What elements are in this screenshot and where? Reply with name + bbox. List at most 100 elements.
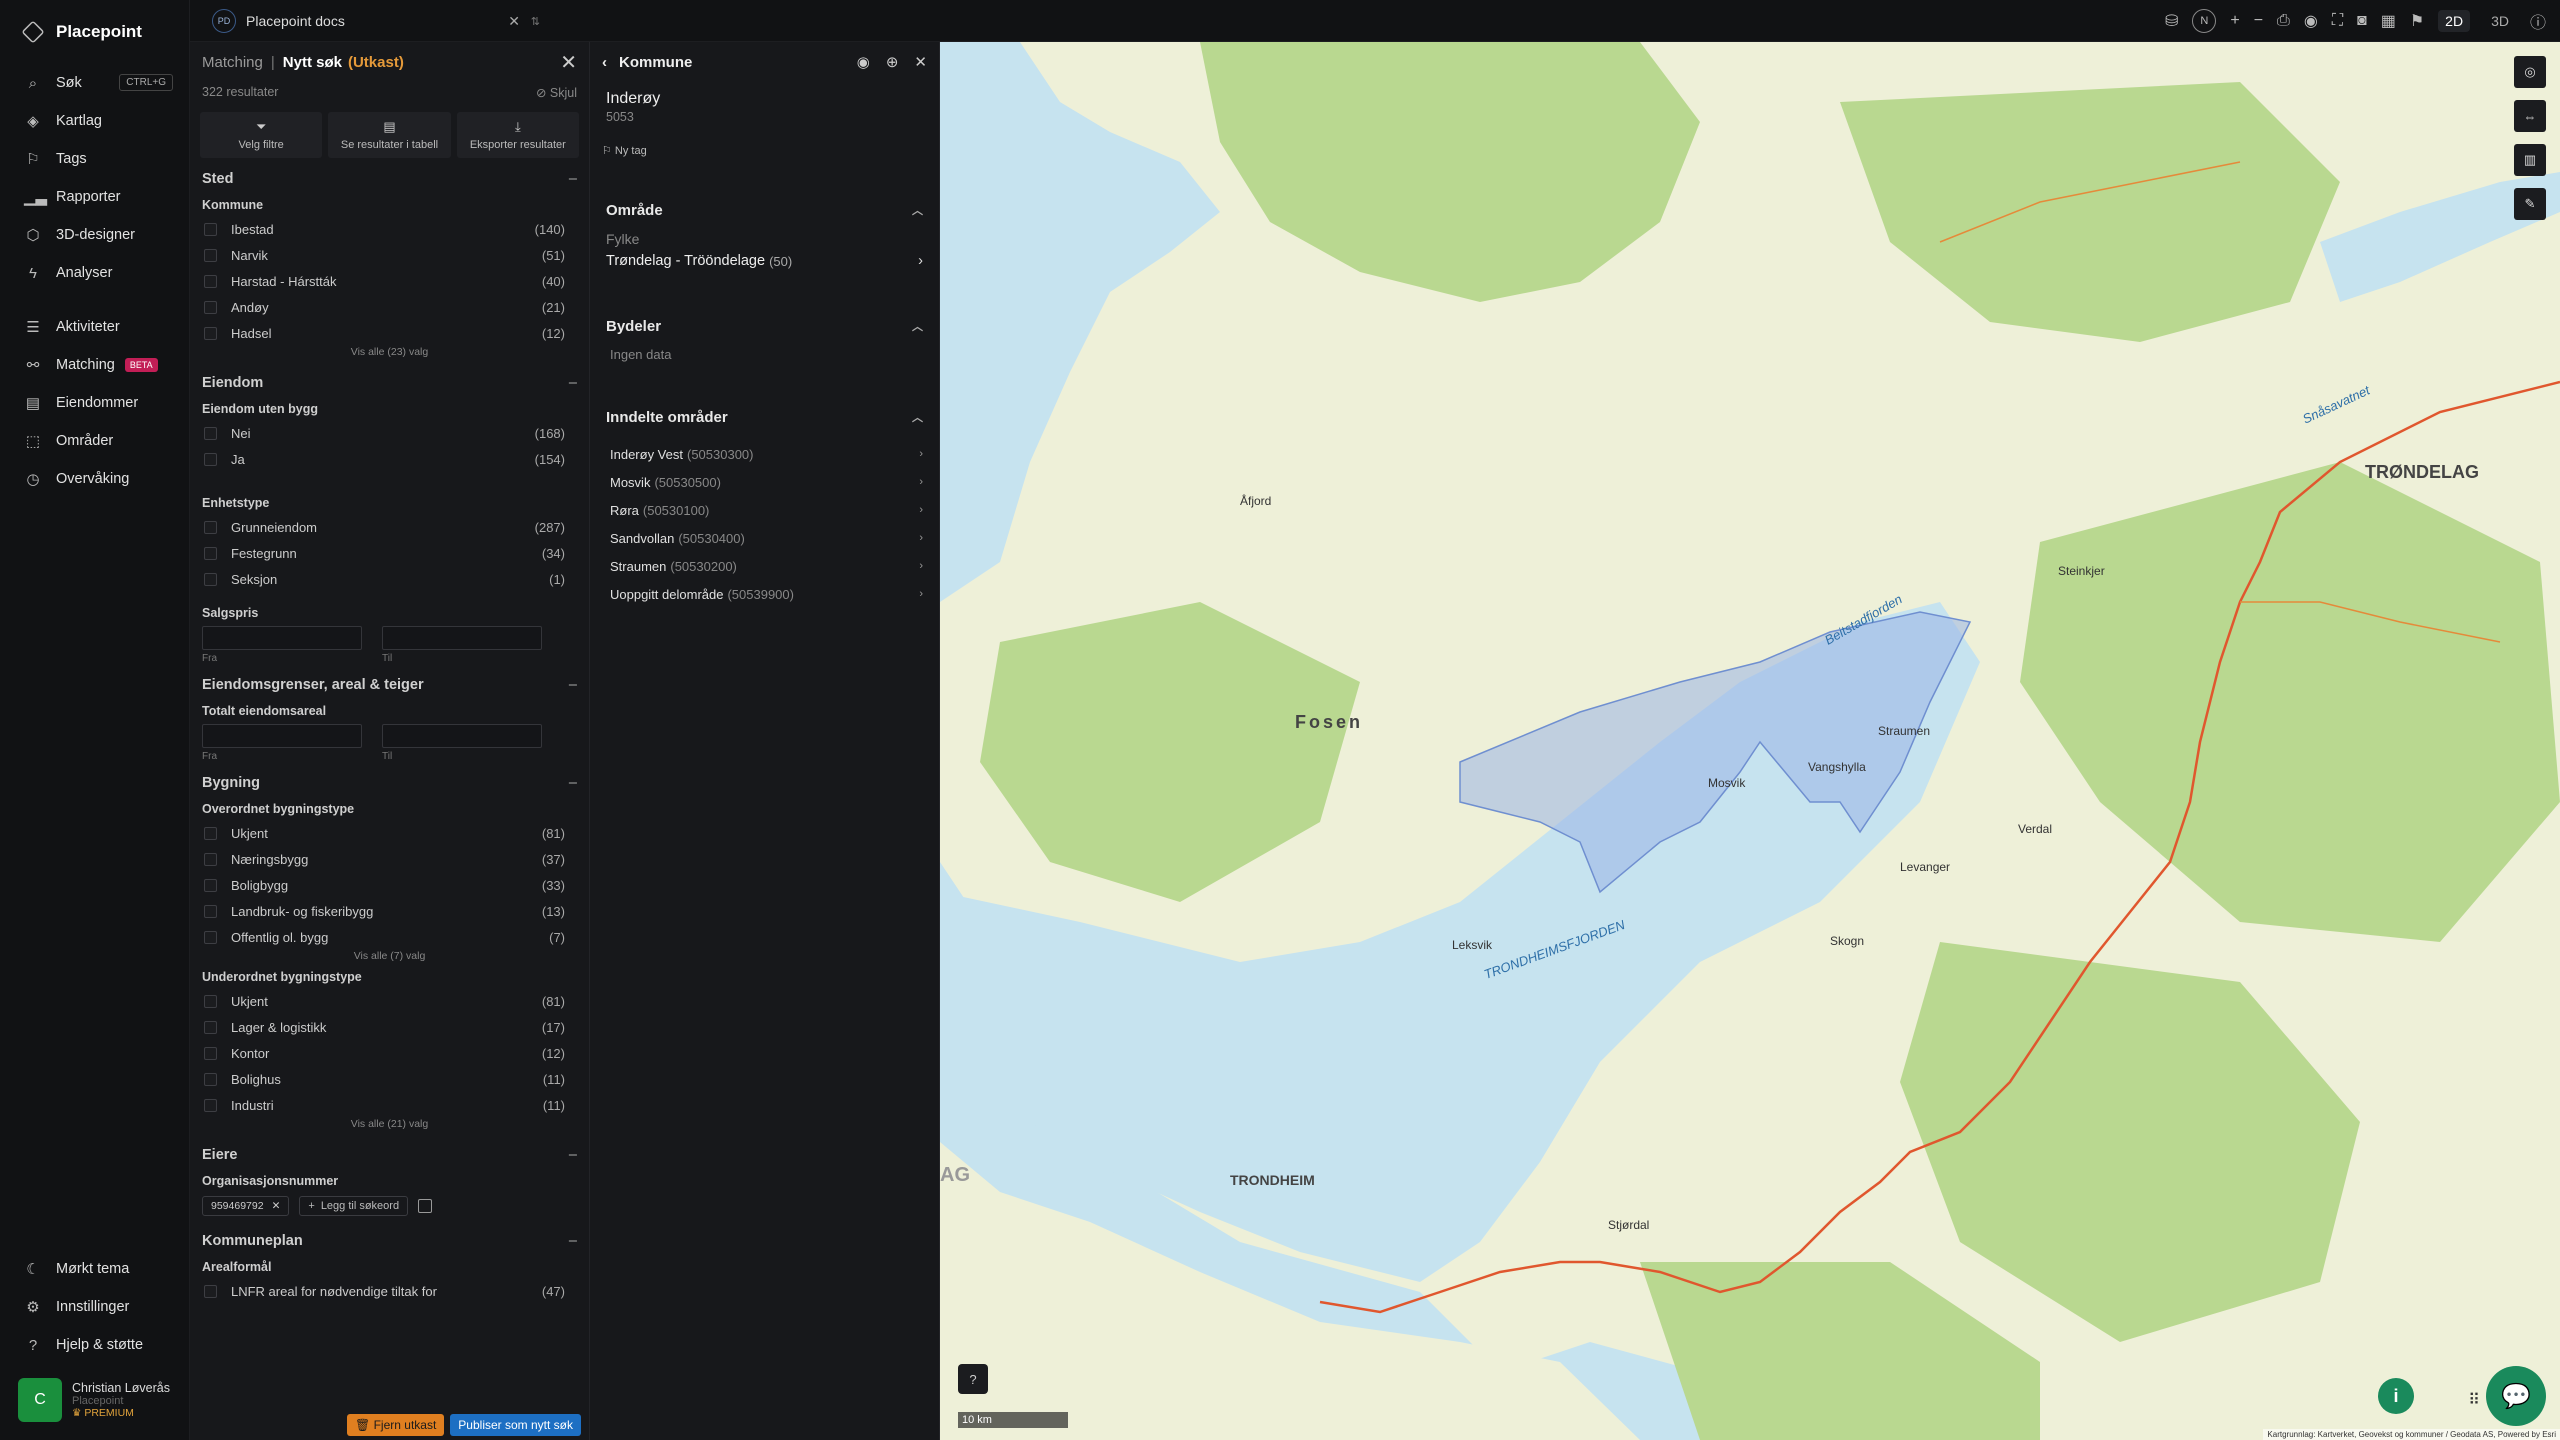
subarea-row[interactable]: Røra (50530100) › (590, 496, 939, 524)
sidebar-item-overvåking[interactable]: ◷ Overvåking (0, 460, 189, 498)
fylke-row[interactable]: Trøndelag - Trööndelage (50) › (590, 247, 939, 275)
subarea-row[interactable]: Inderøy Vest (50530300) › (590, 440, 939, 468)
section-bygning[interactable]: Bygning – (190, 768, 589, 798)
info-icon[interactable]: ⓘ (2530, 9, 2546, 33)
camera-icon[interactable]: ◙ (2357, 12, 2367, 30)
choose-filters-button[interactable]: ⏷ Velg filtre (200, 112, 323, 158)
zoom-out-icon[interactable]: − (2254, 12, 2263, 30)
filter-option[interactable]: Ukjent (81) (190, 988, 589, 1014)
filter-option[interactable]: Kontor (12) (190, 1040, 589, 1066)
sidebar-item-eiendommer[interactable]: ▤ Eiendommer (0, 384, 189, 422)
mode-3d-button[interactable]: 3D (2484, 10, 2516, 32)
filter-option[interactable]: Bolighus (11) (190, 1066, 589, 1092)
remove-chip-icon[interactable]: ✕ (272, 1200, 281, 1212)
export-button[interactable]: ⤓ Eksporter resultater (456, 112, 579, 158)
section-eiere[interactable]: Eiere – (190, 1140, 589, 1170)
filter-option[interactable]: Lager & logistikk (17) (190, 1014, 589, 1040)
sidebar-item-områder[interactable]: ⬚ Områder (0, 422, 189, 460)
filter-option[interactable]: Hadsel (12) (190, 320, 589, 346)
subarea-row[interactable]: Straumen (50530200) › (590, 552, 939, 580)
resize-grip-icon[interactable]: ⠿ (2468, 1390, 2480, 1410)
show-all-over[interactable]: Vis alle (7) valg (190, 950, 589, 966)
chat-button[interactable]: 💬 (2486, 1366, 2546, 1426)
close-icon[interactable]: ✕ (914, 53, 927, 71)
back-icon[interactable]: ‹ (602, 54, 607, 71)
sidebar-item-innstillinger[interactable]: ⚙ Innstillinger (0, 1288, 190, 1326)
stats-icon[interactable]: ▥ (2514, 144, 2546, 176)
add-keyword-button[interactable]: + Legg til søkeord (299, 1196, 409, 1216)
publish-search-button[interactable]: Publiser som nytt søk (450, 1414, 581, 1436)
sidebar-item-mørkt-tema[interactable]: ☾ Mørkt tema (0, 1250, 190, 1288)
sidebar-item-analyser[interactable]: ϟ Analyser (0, 254, 189, 292)
map-info-button[interactable]: i (2378, 1378, 2414, 1414)
filter-option[interactable]: Harstad - Hárstták (40) (190, 268, 589, 294)
eye-icon[interactable]: ◉ (857, 53, 870, 71)
checkbox[interactable] (204, 1098, 217, 1112)
basemap-icon[interactable]: ◎ (2514, 56, 2546, 88)
salgspris-to-input[interactable] (382, 626, 542, 650)
checkbox[interactable] (204, 300, 217, 314)
new-tag-button[interactable]: ⚐ Ny tag (590, 126, 939, 157)
crumb-matching[interactable]: Matching (202, 54, 263, 71)
sidebar-item-tags[interactable]: ⚐ Tags (0, 140, 189, 178)
filter-option[interactable]: Seksjon (1) (190, 566, 589, 592)
workspace-tab[interactable]: PD Placepoint docs ✕ ⇅ (206, 6, 546, 36)
hide-toggle[interactable]: ⊘ Skjul (536, 85, 577, 100)
filter-option[interactable]: Boligbygg (33) (190, 872, 589, 898)
checkbox[interactable] (204, 904, 217, 918)
areal-from-input[interactable] (202, 724, 362, 748)
checkbox[interactable] (204, 1046, 217, 1060)
section-omrade[interactable]: Område ︿ (590, 195, 939, 225)
sidebar-item-søk[interactable]: ⌕ Søk CTRL+G (0, 64, 189, 102)
filter-option[interactable]: Narvik (51) (190, 242, 589, 268)
checkbox[interactable] (204, 1072, 217, 1086)
checkbox[interactable] (204, 1020, 217, 1034)
grid-icon[interactable]: ▦ (2381, 11, 2396, 31)
close-panel-icon[interactable]: ✕ (560, 50, 577, 75)
filter-option[interactable]: Næringsbygg (37) (190, 846, 589, 872)
sidebar-item-rapporter[interactable]: ▁▃ Rapporter (0, 178, 189, 216)
filter-option[interactable]: Ja (154) (190, 446, 589, 472)
filter-option[interactable]: Landbruk- og fiskeribygg (13) (190, 898, 589, 924)
fullscreen-icon[interactable]: ⛶ (2332, 12, 2343, 30)
switch-workspace-icon[interactable]: ⇅ (531, 15, 540, 28)
section-kommuneplan[interactable]: Kommuneplan – (190, 1226, 589, 1256)
compass-icon[interactable]: N (2192, 9, 2217, 33)
filter-option[interactable]: Ukjent (81) (190, 820, 589, 846)
checkbox[interactable] (204, 452, 217, 466)
checkbox[interactable] (204, 878, 217, 892)
checkbox[interactable] (204, 326, 217, 340)
filter-option[interactable]: Andøy (21) (190, 294, 589, 320)
measure-icon[interactable]: ⇔ (2514, 100, 2546, 132)
checkbox[interactable] (204, 1284, 217, 1298)
mode-2d-button[interactable]: 2D (2438, 10, 2471, 32)
checkbox[interactable] (204, 930, 217, 944)
bookmark-icon[interactable]: ⚑ (2410, 11, 2424, 31)
user-profile[interactable]: C Christian Løverås Placepoint ♛ PREMIUM (0, 1364, 190, 1440)
checkbox[interactable] (204, 826, 217, 840)
filter-option[interactable]: Offentlig ol. bygg (7) (190, 924, 589, 950)
sidebar-item-aktiviteter[interactable]: ☰ Aktiviteter (0, 308, 189, 346)
view-table-button[interactable]: ▤ Se resultater i tabell (328, 112, 451, 158)
checkbox[interactable] (204, 572, 217, 586)
sidebar-item-matching[interactable]: ⚯ Matching BETA (0, 346, 189, 384)
close-icon[interactable]: ✕ (508, 13, 520, 30)
areal-to-input[interactable] (382, 724, 542, 748)
target-icon[interactable]: ⊕ (886, 53, 899, 71)
salgspris-from-input[interactable] (202, 626, 362, 650)
remove-draft-button[interactable]: 🗑 Fjern utkast (347, 1414, 445, 1436)
section-grenser[interactable]: Eiendomsgrenser, areal & teiger – (190, 670, 589, 700)
brand[interactable]: Placepoint (0, 0, 189, 64)
checkbox[interactable] (204, 222, 217, 236)
filter-option[interactable]: Industri (11) (190, 1092, 589, 1118)
section-inndelte[interactable]: Inndelte områder ︿ (590, 402, 939, 432)
show-all-under[interactable]: Vis alle (21) valg (190, 1118, 589, 1134)
sidebar-item-3d-designer[interactable]: ⬡ 3D-designer (0, 216, 189, 254)
layers-stack-icon[interactable]: ⛁ (2165, 11, 2178, 31)
filter-option[interactable]: Grunneiendom (287) (190, 514, 589, 540)
copy-icon[interactable] (418, 1199, 433, 1213)
subarea-row[interactable]: Sandvollan (50530400) › (590, 524, 939, 552)
map-view[interactable]: TRØNDELAG Fosen TRONDHEIM TRONDHEIMSFJOR… (940, 42, 2560, 1440)
checkbox[interactable] (204, 426, 217, 440)
checkbox[interactable] (204, 852, 217, 866)
